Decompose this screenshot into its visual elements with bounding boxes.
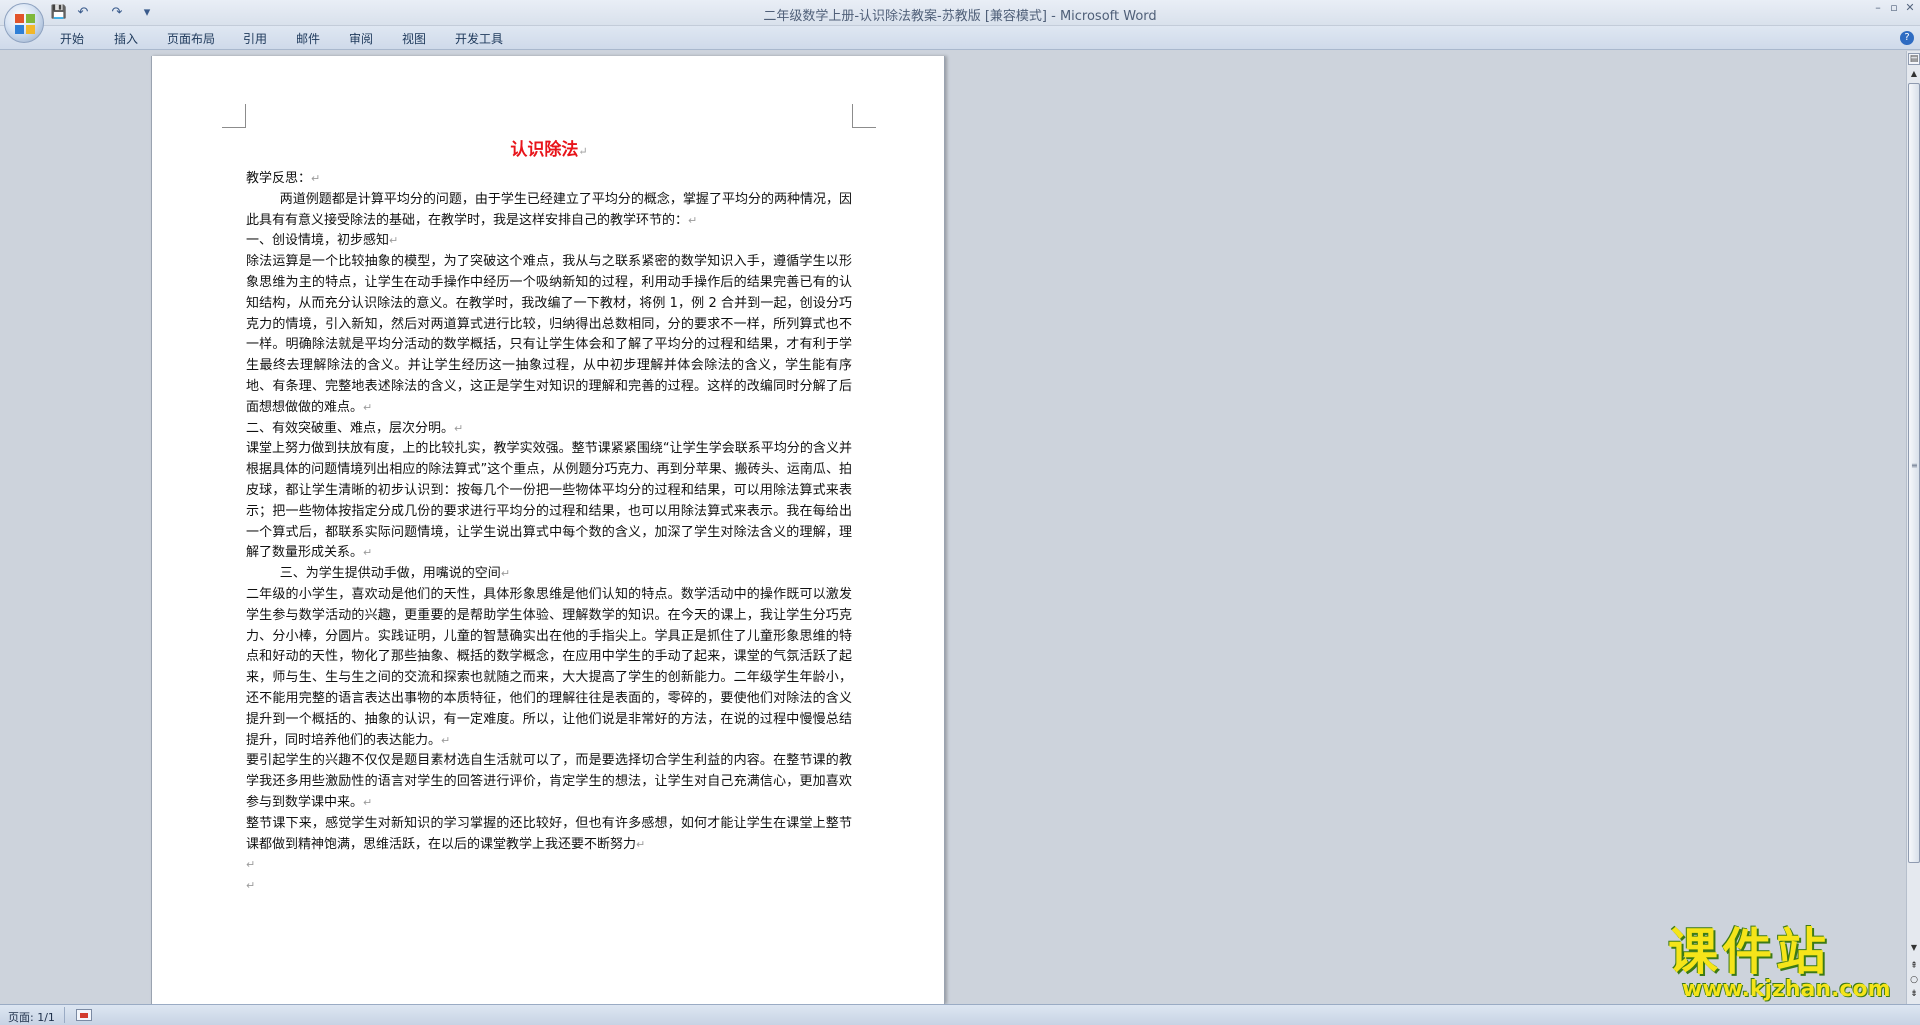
tab-view[interactable]: 视图 [402, 30, 426, 47]
document-paragraph: 一、创设情境，初步感知↵ [246, 233, 399, 249]
paragraph-mark: ↵ [454, 421, 464, 435]
paragraph-mark: ↵ [578, 145, 588, 158]
document-paragraph: 二、有效突破重、难点，层次分明。↵ [246, 420, 464, 436]
scroll-grip-icon: ≡ [1911, 461, 1918, 470]
watermark-url: www.kjzhan.com [1682, 977, 1891, 1002]
paragraph-mark: ↵ [688, 213, 698, 227]
tab-insert[interactable]: 插入 [114, 30, 138, 47]
tab-developer[interactable]: 开发工具 [455, 30, 503, 47]
document-paragraph: 两道例题都是计算平均分的问题，由于学生已经建立了平均分的概念，掌握了平均分的两种… [246, 191, 852, 228]
document-body[interactable]: 教学反思：↵ 两道例题都是计算平均分的问题，由于学生已经建立了平均分的概念，掌握了… [246, 169, 852, 897]
document-workspace: 认识除法↵ 教学反思：↵ 两道例题都是计算平均分的问题，由于学生已经建立了平均分的… [0, 51, 1906, 1004]
office-logo-icon [15, 14, 35, 34]
document-paragraph: 三、为学生提供动手做，用嘴说的空间↵ [279, 566, 511, 582]
status-bar: 页面: 1/1 [0, 1004, 1920, 1025]
status-separator [64, 1007, 65, 1023]
paragraph-mark: ↵ [389, 234, 399, 248]
paragraph-mark: ↵ [363, 546, 373, 560]
document-paragraph: 教学反思：↵ [246, 171, 321, 186]
previous-page-icon[interactable]: ⇞ [1908, 959, 1920, 973]
tab-references[interactable]: 引用 [243, 30, 267, 47]
paragraph-mark: ↵ [311, 172, 321, 185]
vertical-scrollbar[interactable]: ▤ ▲ ≡ ▼ ⇞ ○ ⇟ [1906, 51, 1920, 1004]
tab-home[interactable]: 开始 [60, 30, 84, 47]
document-heading: 认识除法↵ [510, 140, 588, 160]
document-paragraph: 课堂上努力做到扶放有度，上的比较扎实，教学实效强。整节课紧紧围绕“让学生学会联系… [246, 441, 852, 561]
page-count-status[interactable]: 页面: 1/1 [8, 1009, 55, 1025]
document-page[interactable]: 认识除法↵ 教学反思：↵ 两道例题都是计算平均分的问题，由于学生已经建立了平均分的… [151, 56, 945, 1004]
close-button[interactable]: ✕ [1900, 1, 1920, 14]
document-paragraph: 整节课下来，感觉学生对新知识的学习掌握的还比较好，但也有许多感想，如何才能让学生… [246, 815, 852, 852]
ribbon-tab-bar: 开始 插入 页面布局 引用 邮件 审阅 视图 开发工具 ? [0, 26, 1920, 50]
ruler-toggle-icon[interactable]: ▤ [1908, 53, 1920, 65]
office-button[interactable] [4, 3, 44, 43]
document-paragraph: 除法运算是一个比较抽象的模型，为了突破这个难点，我从与之联系紧密的数学知识入手，… [246, 254, 852, 415]
document-paragraph: ↵ [246, 855, 852, 876]
scroll-thumb[interactable]: ≡ [1908, 83, 1920, 863]
paragraph-mark: ↵ [500, 567, 511, 581]
scroll-down-arrow-icon[interactable]: ▼ [1908, 941, 1920, 955]
next-page-icon[interactable]: ⇟ [1908, 987, 1920, 1001]
window-title: 二年级数学上册-认识除法教案-苏教版 [兼容模式] - Microsoft Wo… [763, 9, 1157, 24]
paragraph-mark: ↵ [363, 795, 373, 809]
site-watermark: 课件站 www.kjzhan.com [1668, 925, 1904, 1005]
document-paragraph: 二年级的小学生，喜欢动是他们的天性，具体形象思维是他们认知的特点。数学活动中的操… [246, 586, 852, 748]
scroll-up-arrow-icon[interactable]: ▲ [1908, 67, 1920, 81]
tab-mailings[interactable]: 邮件 [296, 30, 320, 47]
tab-page-layout[interactable]: 页面布局 [167, 30, 215, 47]
margin-corner-left [222, 104, 246, 128]
help-icon[interactable]: ? [1900, 31, 1914, 45]
document-paragraph: ↵ [246, 876, 852, 897]
margin-corner-right [852, 104, 876, 128]
paragraph-mark: ↵ [636, 837, 646, 851]
proofing-status-icon[interactable] [76, 1009, 92, 1021]
paragraph-mark: ↵ [441, 733, 451, 747]
title-bar: 💾 ↶ ↷ ▾ 二年级数学上册-认识除法教案-苏教版 [兼容模式] - Micr… [0, 0, 1920, 43]
paragraph-mark: ↵ [246, 879, 256, 893]
paragraph-mark: ↵ [246, 858, 256, 872]
paragraph-mark: ↵ [363, 400, 373, 414]
tab-review[interactable]: 审阅 [349, 30, 373, 47]
watermark-logo-text: 课件站 [1668, 923, 1830, 981]
document-paragraph: 要引起学生的兴趣不仅仅是题目素材选自生活就可以了，而是要选择切合学生利益的内容。… [246, 753, 852, 810]
browse-object-icon[interactable]: ○ [1908, 973, 1920, 987]
